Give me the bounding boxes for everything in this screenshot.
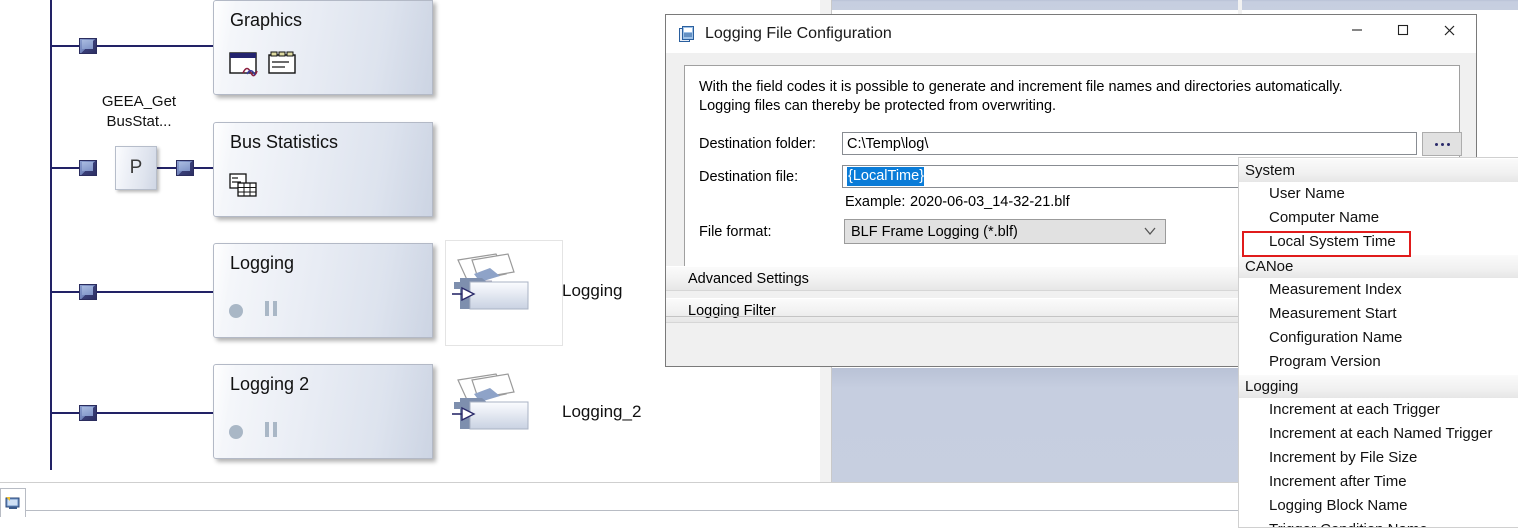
close-icon: [1444, 25, 1454, 35]
field-code-dropdown-menu[interactable]: System User Name Computer Name Local System…: [1238, 157, 1518, 528]
block-logging-title: Logging: [230, 253, 295, 273]
logging-output-name: Logging: [562, 281, 623, 300]
pause-icon: [265, 422, 281, 442]
advanced-settings-label: Advanced Settings: [688, 270, 809, 287]
program-node-letter: P: [129, 157, 143, 178]
maximize-icon: [1397, 24, 1409, 36]
logging-2-output-name: Logging_2: [562, 402, 642, 421]
connector-node-logging[interactable]: [79, 284, 97, 300]
destination-file-label: Destination file:: [699, 169, 799, 185]
logging-file-icon: [679, 26, 694, 42]
strip-divider: [0, 482, 1238, 483]
block-bus-statistics-icons: [229, 173, 261, 204]
block-logging-icons: [229, 301, 281, 321]
maximize-button[interactable]: [1380, 15, 1426, 45]
list-window-icon: [268, 51, 296, 74]
field-code-menu-item[interactable]: Measurement Start: [1239, 302, 1518, 326]
program-node-label: GEEA_Get BusStat...: [78, 92, 200, 132]
field-code-menu-item[interactable]: Increment at each Named Trigger: [1239, 422, 1518, 446]
connector-node-busstat-out[interactable]: [176, 160, 194, 176]
destination-folder-label: Destination folder:: [699, 136, 816, 152]
program-node-p[interactable]: P: [115, 146, 157, 190]
block-bus-statistics-title: Bus Statistics: [230, 132, 339, 152]
record-dot-icon: [229, 425, 243, 439]
block-graphics-title: Graphics: [230, 10, 303, 30]
field-code-menu-item[interactable]: Local System Time: [1239, 230, 1518, 257]
background-panel-lower: [832, 368, 1238, 482]
example-label: Example:: [845, 194, 906, 210]
field-code-menu-item[interactable]: Increment by File Size: [1239, 446, 1518, 470]
screen-root: GEEA_Get BusStat... P Graphics Bus Stati…: [0, 0, 1518, 528]
close-button[interactable]: [1426, 15, 1472, 45]
measurement-setup-icon: [5, 496, 20, 509]
block-logging-2[interactable]: Logging 2: [213, 364, 433, 459]
description-line-1: With the field codes it is possible to g…: [699, 79, 1343, 95]
bus-line-to-logging: [50, 291, 220, 293]
block-logging[interactable]: Logging: [213, 243, 433, 338]
dot-2: [1440, 142, 1444, 146]
block-logging-2-title: Logging 2: [230, 374, 310, 394]
block-bus-statistics[interactable]: Bus Statistics: [213, 122, 433, 217]
dialog-title-bar[interactable]: Logging File Configuration: [666, 15, 1476, 53]
program-node-label-line1: GEEA_Get: [101, 93, 177, 110]
example-value: 2020-06-03_14-32-21.blf: [910, 194, 1070, 210]
description-line-2: Logging files can thereby be protected f…: [699, 98, 1057, 114]
statistics-table-icon: [229, 173, 257, 197]
block-graphics[interactable]: Graphics: [213, 0, 433, 95]
connector-node-busstat-in[interactable]: [79, 160, 97, 176]
bus-line-to-graphics: [50, 45, 220, 47]
field-code-group-header: CANoe: [1239, 254, 1518, 278]
dialog-title-text: Logging File Configuration: [705, 25, 892, 42]
field-code-group-header: Logging: [1239, 374, 1518, 398]
destination-file-value: {LocalTime}: [847, 167, 925, 186]
bus-line-vertical: [50, 0, 52, 470]
field-code-menu-item[interactable]: Program Version: [1239, 350, 1518, 374]
block-graphics-icons: [229, 51, 299, 82]
program-node-label-line2: BusStat...: [106, 113, 172, 130]
tab-underline: [26, 510, 1238, 511]
connector-node-logging2[interactable]: [79, 405, 97, 421]
field-code-menu-item[interactable]: Logging Block Name: [1239, 494, 1518, 518]
background-panel: [832, 0, 1518, 10]
dot-1: [1434, 142, 1438, 146]
connector-node-graphics[interactable]: [79, 38, 97, 54]
file-format-combobox[interactable]: BLF Frame Logging (*.blf): [844, 219, 1166, 244]
field-code-menu-item[interactable]: Trigger Condition Name: [1239, 518, 1518, 527]
field-code-menu-item[interactable]: Measurement Index: [1239, 278, 1518, 302]
measurement-setup-tab[interactable]: [0, 488, 26, 517]
field-code-menu-item[interactable]: User Name: [1239, 182, 1518, 206]
chevron-down-icon: [1144, 227, 1156, 236]
field-code-menu-item[interactable]: Configuration Name: [1239, 326, 1518, 350]
field-code-menu-item[interactable]: Computer Name: [1239, 206, 1518, 230]
field-code-menu-item[interactable]: Increment at each Trigger: [1239, 398, 1518, 422]
dot-3: [1446, 142, 1450, 146]
file-format-value: BLF Frame Logging (*.blf): [851, 223, 1018, 240]
minimize-button[interactable]: [1334, 15, 1380, 45]
field-code-group-header: System: [1239, 158, 1518, 182]
graph-window-icon: [229, 51, 296, 77]
file-format-label: File format:: [699, 224, 772, 240]
logging-folder-icon[interactable]: [452, 252, 560, 314]
record-dot-icon: [229, 304, 243, 318]
pause-icon: [265, 301, 281, 321]
bottom-tab-strip: [0, 482, 1238, 528]
block-logging-2-icons: [229, 422, 281, 442]
field-code-menu-item[interactable]: Increment after Time: [1239, 470, 1518, 494]
minimize-icon: [1352, 29, 1362, 31]
bus-line-to-logging2: [50, 412, 220, 414]
browse-folder-button[interactable]: [1422, 132, 1462, 156]
destination-folder-input[interactable]: [842, 132, 1417, 155]
logging-2-folder-icon[interactable]: [452, 372, 560, 434]
